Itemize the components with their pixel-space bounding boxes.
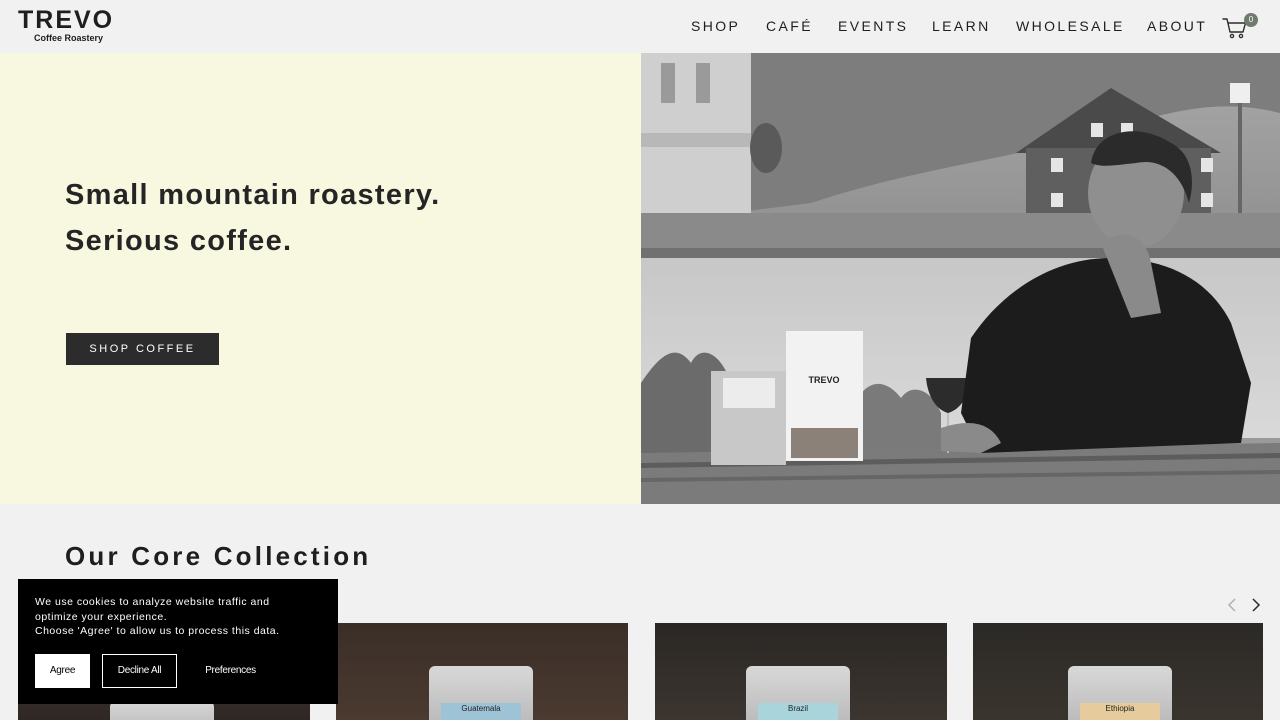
photo-card-brand: TREVO: [808, 375, 839, 385]
product-label: Guatemala: [441, 703, 521, 720]
product-bag: Brazil: [746, 666, 850, 720]
cookie-message-line2: optimize your experience.: [35, 610, 168, 623]
chevron-left-icon[interactable]: [1225, 597, 1239, 613]
cart-count-badge: 0: [1244, 13, 1258, 27]
cookie-message-line3: Choose 'Agree' to allow us to process th…: [35, 625, 280, 637]
hero-photo-illustration: TREVO: [641, 53, 1280, 504]
nav-item-events[interactable]: EVENTS: [838, 17, 908, 35]
cookie-preferences-button[interactable]: Preferences: [188, 654, 273, 688]
nav-item-wholesale[interactable]: WHOLESALE: [1016, 17, 1125, 35]
brand-name: TREVO: [18, 6, 115, 34]
cookie-banner: We use cookies to analyze website traffi…: [18, 579, 338, 704]
product-label: Brazil: [758, 703, 838, 720]
product-bag: Guatemala: [429, 666, 533, 720]
hero-headline: Small mountain roastery. Serious coffee.: [65, 172, 585, 264]
cart-button[interactable]: 0: [1222, 13, 1264, 39]
product-card[interactable]: Brazil: [655, 623, 947, 720]
product-bag: Ethiopia: [1068, 666, 1172, 720]
cookie-message: We use cookies to analyze website traffi…: [35, 595, 325, 639]
cookie-agree-button[interactable]: Agree: [35, 654, 90, 688]
hero-panel: [0, 53, 641, 504]
brand-logo[interactable]: TREVO Coffee Roastery: [18, 8, 122, 44]
product-card[interactable]: Ethiopia: [973, 623, 1263, 720]
brand-tagline: Coffee Roastery: [34, 33, 104, 43]
nav-item-about[interactable]: ABOUT: [1147, 17, 1207, 35]
chevron-right-icon[interactable]: [1249, 597, 1263, 613]
hero-headline-line1: Small mountain roastery.: [65, 179, 441, 211]
nav-item-shop[interactable]: SHOP: [691, 17, 740, 35]
section-title-core-collection: Our Core Collection: [65, 541, 372, 571]
hero-photo: TREVO: [641, 53, 1280, 504]
hero-headline-line2: Serious coffee.: [65, 225, 293, 257]
site-header: TREVO Coffee Roastery SHOP CAFÉ EVENTS L…: [0, 0, 1280, 53]
cookie-decline-button[interactable]: Decline All: [102, 654, 177, 688]
nav-item-learn[interactable]: LEARN: [932, 17, 991, 35]
cookie-message-line1: We use cookies to analyze website traffi…: [35, 596, 270, 608]
product-card[interactable]: Guatemala: [336, 623, 628, 720]
nav-item-cafe[interactable]: CAFÉ: [766, 17, 813, 35]
shop-coffee-button[interactable]: SHOP COFFEE: [66, 333, 219, 365]
product-label: Ethiopia: [1080, 703, 1160, 720]
